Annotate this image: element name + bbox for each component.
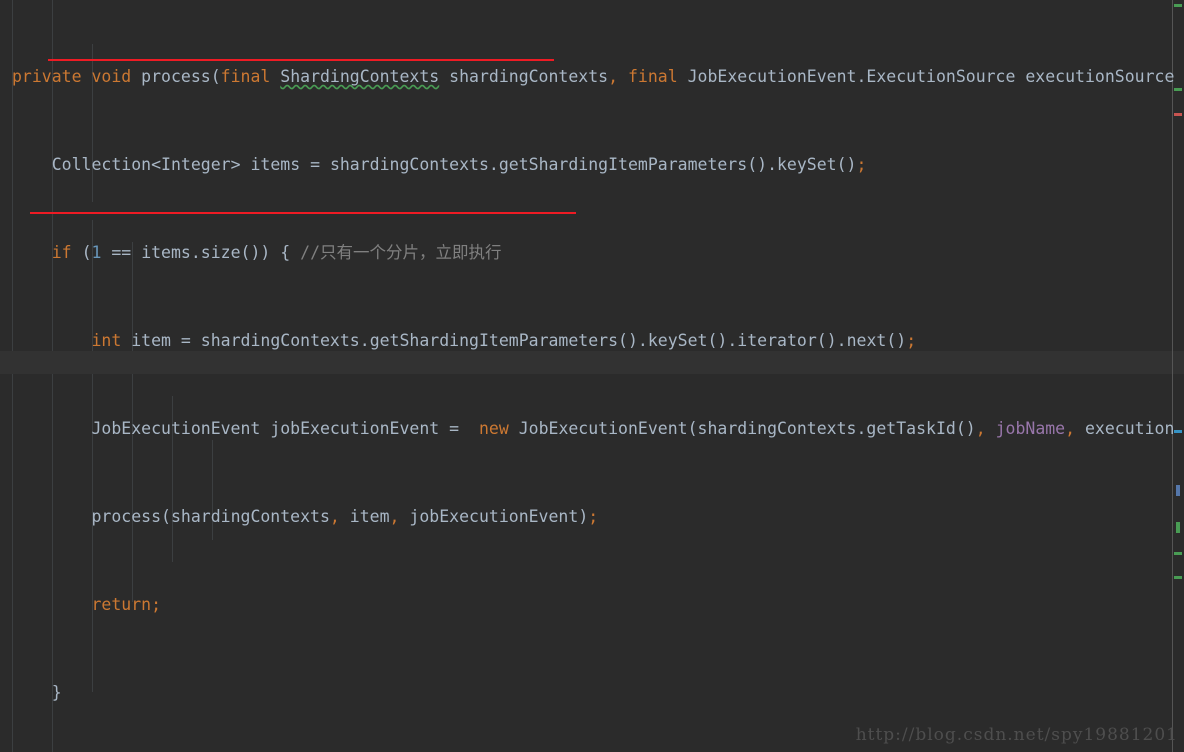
annotation-underline-if-single-shard (48, 59, 554, 61)
code-line[interactable]: JobExecutionEvent jobExecutionEvent = ne… (0, 418, 1184, 440)
warning-mark[interactable] (1174, 88, 1182, 91)
code-line[interactable]: Collection<Integer> items = shardingCont… (0, 154, 1184, 176)
code-line[interactable]: return; (0, 594, 1184, 616)
code-line[interactable]: process(shardingContexts, item, jobExecu… (0, 506, 1184, 528)
changed-mark[interactable] (1176, 522, 1180, 533)
code-line[interactable]: private void process(final ShardingConte… (0, 66, 1184, 88)
info-mark[interactable] (1174, 430, 1182, 433)
code-line[interactable]: if (1 == items.size()) { //只有一个分片，立即执行 (0, 242, 1184, 264)
error-stripe[interactable] (1170, 0, 1184, 752)
warning-mark[interactable] (1174, 552, 1182, 555)
watermark-url: http://blog.csdn.net/spy19881201 (855, 725, 1178, 745)
code-content[interactable]: private void process(final ShardingConte… (0, 0, 1184, 752)
code-editor-screen: private void process(final ShardingConte… (0, 0, 1184, 752)
warning-mark[interactable] (1174, 576, 1182, 579)
code-line[interactable]: int item = shardingContexts.getShardingI… (0, 330, 1184, 352)
warning-mark[interactable] (1174, 4, 1182, 7)
caret-mark[interactable] (1176, 485, 1180, 496)
comment-single-shard: //只有一个分片，立即执行 (300, 243, 502, 262)
error-mark[interactable] (1174, 113, 1182, 116)
code-line[interactable]: } (0, 682, 1184, 704)
annotation-underline-multi-shard-comment (30, 212, 576, 214)
